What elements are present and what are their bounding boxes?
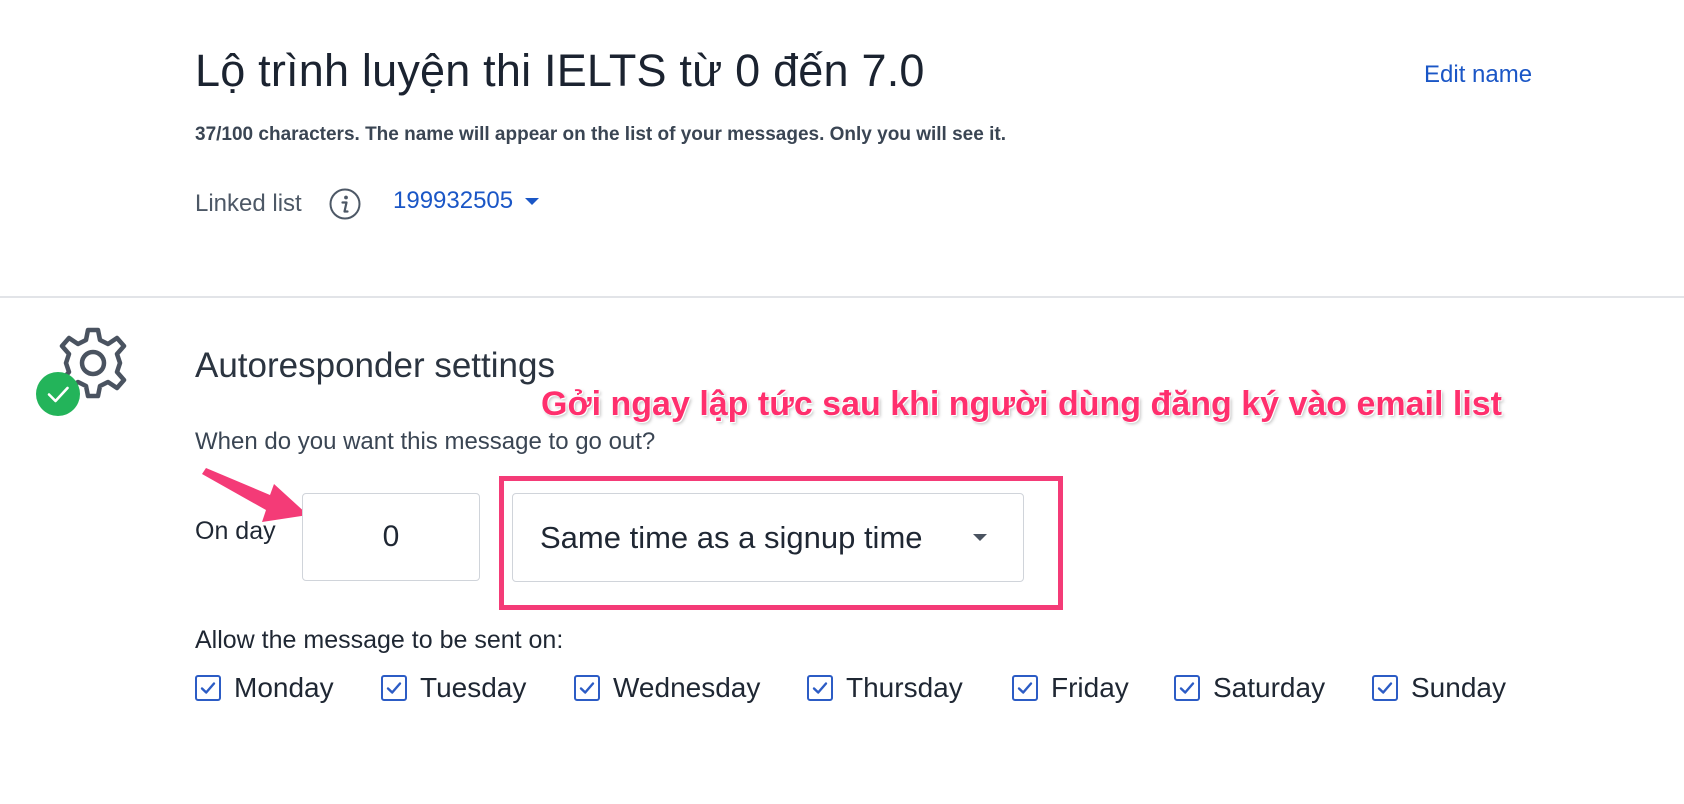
- message-title: Lộ trình luyện thi IELTS từ 0 đến 7.0: [195, 45, 925, 96]
- check-icon: [1017, 682, 1033, 694]
- check-badge-icon: [36, 372, 80, 416]
- day-label: Friday: [1051, 672, 1129, 703]
- day-label: Tuesday: [420, 672, 527, 703]
- day-checkbox-tuesday[interactable]: Tuesday: [381, 672, 526, 704]
- linked-list-dropdown[interactable]: 199932505: [393, 187, 540, 215]
- day-checkbox-friday[interactable]: Friday: [1012, 672, 1129, 704]
- day-label: Sunday: [1411, 672, 1506, 703]
- check-icon: [200, 682, 216, 694]
- day-label: Thursday: [846, 672, 963, 703]
- day-label: Monday: [234, 672, 334, 703]
- allowed-days-label: Allow the message to be sent on:: [195, 626, 564, 654]
- info-icon[interactable]: [328, 187, 362, 221]
- annotation-text: Gởi ngay lập tức sau khi người dùng đăng…: [541, 385, 1502, 423]
- caret-down-icon: [525, 197, 540, 205]
- autoresponder-settings-title: Autoresponder settings: [195, 346, 555, 385]
- checkbox[interactable]: [1012, 675, 1038, 701]
- section-divider: [0, 296, 1684, 298]
- check-icon: [386, 682, 402, 694]
- edit-name-link[interactable]: Edit name: [1424, 61, 1532, 89]
- linked-list-value: 199932505: [393, 187, 514, 214]
- day-checkbox-thursday[interactable]: Thursday: [807, 672, 963, 704]
- day-label: Wednesday: [613, 672, 761, 703]
- day-checkbox-monday[interactable]: Monday: [195, 672, 334, 704]
- on-day-label: On day: [195, 517, 276, 545]
- day-checkbox-wednesday[interactable]: Wednesday: [574, 672, 760, 704]
- checkbox[interactable]: [381, 675, 407, 701]
- character-count-hint: 37/100 characters. The name will appear …: [195, 124, 1006, 145]
- checkbox[interactable]: [1174, 675, 1200, 701]
- day-checkbox-saturday[interactable]: Saturday: [1174, 672, 1325, 704]
- checkbox[interactable]: [195, 675, 221, 701]
- checkbox[interactable]: [807, 675, 833, 701]
- page: Lộ trình luyện thi IELTS từ 0 đến 7.0 Ed…: [0, 0, 1684, 804]
- checkbox[interactable]: [574, 675, 600, 701]
- day-checkbox-sunday[interactable]: Sunday: [1372, 672, 1506, 704]
- checkbox[interactable]: [1372, 675, 1398, 701]
- day-number-input[interactable]: [302, 493, 480, 581]
- check-icon: [1179, 682, 1195, 694]
- send-time-dropdown[interactable]: Same time as a signup time: [512, 493, 1024, 582]
- send-time-value: Same time as a signup time: [540, 520, 923, 555]
- check-icon: [812, 682, 828, 694]
- linked-list-label: Linked list: [195, 190, 302, 217]
- check-icon: [579, 682, 595, 694]
- caret-down-icon: [973, 534, 987, 541]
- day-label: Saturday: [1213, 672, 1326, 703]
- send-time-question: When do you want this message to go out?: [195, 428, 656, 455]
- check-icon: [1377, 682, 1393, 694]
